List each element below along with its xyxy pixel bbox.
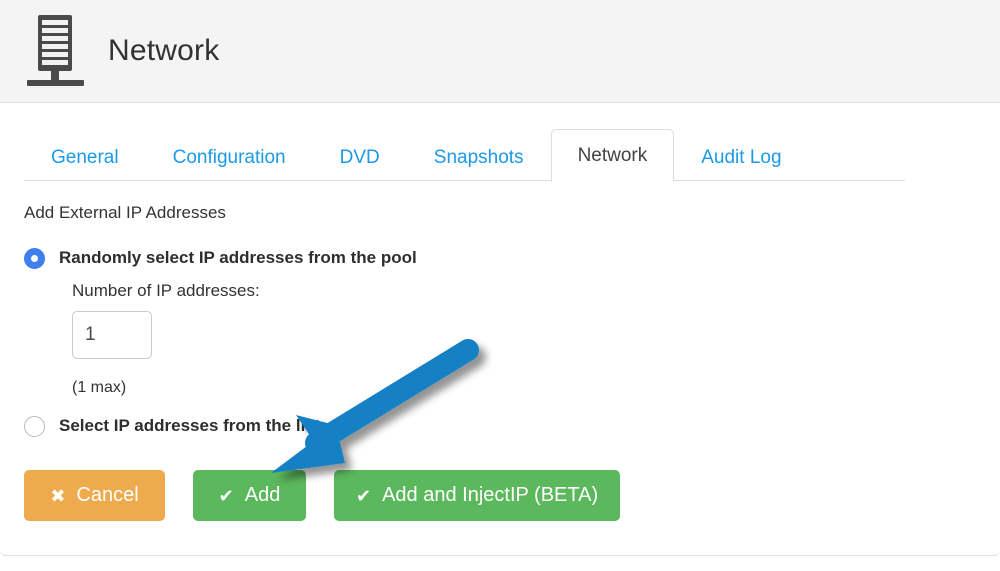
page-title: Network <box>108 34 219 68</box>
add-button[interactable]: ✔ Add <box>193 470 306 521</box>
add-and-injectip-button-label: Add and InjectIP (BETA) <box>382 484 598 507</box>
radio-option-random-row[interactable]: Randomly select IP addresses from the po… <box>24 247 976 269</box>
radio-random-pool[interactable] <box>24 248 45 269</box>
form-action-buttons: ✖ Cancel ✔ Add ✔ Add and InjectIP (BETA) <box>24 470 620 521</box>
tab-dvd[interactable]: DVD <box>313 135 407 181</box>
tab-bar: General Configuration DVD Snapshots Netw… <box>0 129 1000 181</box>
radio-select-from-list[interactable] <box>24 416 45 437</box>
ip-count-block: Number of IP addresses: (1 max) <box>24 281 976 397</box>
radio-random-pool-label: Randomly select IP addresses from the po… <box>59 247 417 268</box>
tab-bar-underline <box>24 180 905 181</box>
tab-bar-wrapper: General Configuration DVD Snapshots Netw… <box>0 103 1000 181</box>
radio-select-from-list-label: Select IP addresses from the list <box>59 415 320 436</box>
network-settings-panel: Network General Configuration DVD Snapsh… <box>0 0 1000 556</box>
add-external-ip-form: Add External IP Addresses Randomly selec… <box>0 181 1000 437</box>
check-icon: ✔ <box>356 487 371 505</box>
tab-audit-log[interactable]: Audit Log <box>674 135 808 181</box>
panel-header: Network <box>0 0 1000 103</box>
ip-count-max-note: (1 max) <box>72 379 976 397</box>
add-and-injectip-button[interactable]: ✔ Add and InjectIP (BETA) <box>334 470 620 521</box>
close-icon: ✖ <box>50 487 65 505</box>
tab-network[interactable]: Network <box>551 129 675 182</box>
tab-general[interactable]: General <box>24 135 146 181</box>
cancel-button-label: Cancel <box>76 484 138 507</box>
server-rack-icon <box>24 11 96 91</box>
add-button-label: Add <box>245 484 281 507</box>
radio-option-list-row[interactable]: Select IP addresses from the list <box>24 415 976 437</box>
cancel-button[interactable]: ✖ Cancel <box>24 470 165 521</box>
check-icon: ✔ <box>219 487 234 505</box>
ip-count-input[interactable] <box>72 311 152 359</box>
tab-configuration[interactable]: Configuration <box>146 135 313 181</box>
ip-count-label: Number of IP addresses: <box>72 281 976 301</box>
tab-snapshots[interactable]: Snapshots <box>407 135 551 181</box>
section-title: Add External IP Addresses <box>24 203 976 223</box>
